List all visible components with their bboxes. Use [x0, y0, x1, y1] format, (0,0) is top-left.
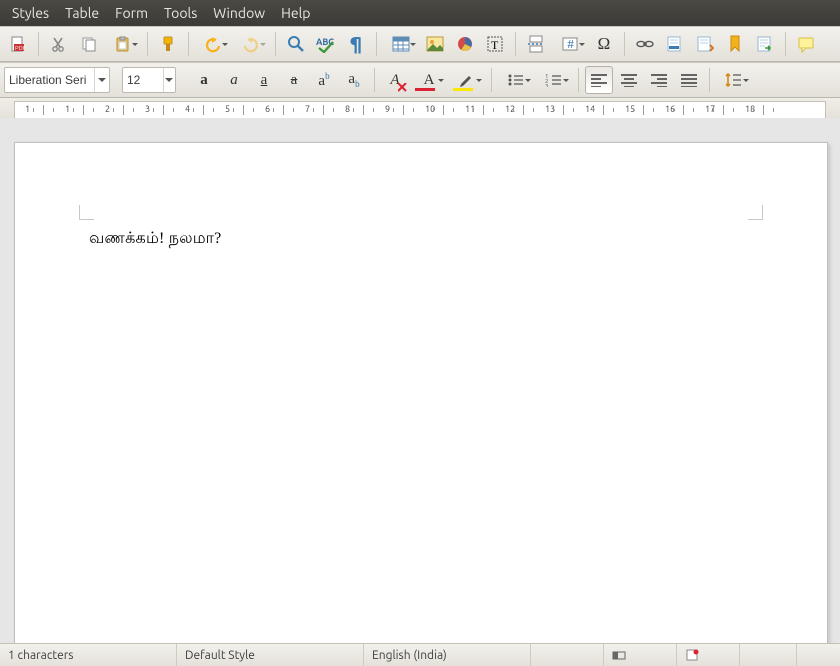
- clone-formatting-button[interactable]: [154, 30, 182, 58]
- status-page-style[interactable]: Default Style: [177, 644, 364, 666]
- status-selection-mode[interactable]: [604, 644, 677, 666]
- status-doc-modified[interactable]: [677, 644, 740, 666]
- page-break-button[interactable]: [522, 30, 550, 58]
- paste-button[interactable]: [105, 30, 141, 58]
- insert-endnote-button[interactable]: [691, 30, 719, 58]
- font-size-combo[interactable]: [122, 67, 176, 93]
- underline-button[interactable]: a: [250, 66, 278, 94]
- menu-bar: Styles Table Form Tools Window Help: [0, 0, 840, 26]
- insert-symbol-button[interactable]: Ω: [590, 30, 618, 58]
- font-name-input[interactable]: [5, 73, 94, 87]
- document-area: வணக்கம்! நலமா?: [0, 118, 840, 644]
- italic-button[interactable]: a: [220, 66, 248, 94]
- font-name-combo[interactable]: [4, 67, 110, 93]
- insert-image-button[interactable]: [421, 30, 449, 58]
- strikethrough-button[interactable]: a: [280, 66, 308, 94]
- bold-button[interactable]: a: [190, 66, 218, 94]
- status-characters[interactable]: 1 characters: [0, 644, 177, 666]
- highlight-color-button[interactable]: [449, 66, 485, 94]
- insert-cross-reference-button[interactable]: [751, 30, 779, 58]
- number-list-button[interactable]: 123: [536, 66, 572, 94]
- redo-button[interactable]: [233, 30, 269, 58]
- status-signature[interactable]: [740, 644, 797, 666]
- clear-formatting-button[interactable]: A: [381, 66, 409, 94]
- status-language[interactable]: English (India): [364, 644, 531, 666]
- toolbar-formatting: a a a a ab ab A A 123: [0, 62, 840, 98]
- font-size-input[interactable]: [123, 73, 163, 87]
- page[interactable]: வணக்கம்! நலமா?: [14, 142, 828, 644]
- align-right-button[interactable]: [645, 66, 673, 94]
- toolbar-standard: PDF ABC ¶ T: [0, 26, 840, 62]
- superscript-button[interactable]: ab: [310, 66, 338, 94]
- svg-text:T: T: [491, 38, 499, 52]
- status-insert-mode[interactable]: [531, 644, 604, 666]
- svg-text:3: 3: [545, 83, 548, 87]
- margin-corner-icon: [79, 205, 94, 220]
- insert-footnote-button[interactable]: [661, 30, 689, 58]
- spellcheck-button[interactable]: ABC: [312, 30, 340, 58]
- find-replace-button[interactable]: [282, 30, 310, 58]
- menu-form[interactable]: Form: [107, 0, 156, 26]
- insert-bookmark-button[interactable]: [721, 30, 749, 58]
- copy-button[interactable]: [75, 30, 103, 58]
- undo-button[interactable]: [195, 30, 231, 58]
- insert-comment-button[interactable]: [792, 30, 820, 58]
- formatting-marks-button[interactable]: ¶: [342, 30, 370, 58]
- cut-button[interactable]: [45, 30, 73, 58]
- export-pdf-button[interactable]: PDF: [4, 30, 32, 58]
- svg-text:#: #: [567, 39, 574, 51]
- selection-mode-icon: [612, 648, 626, 662]
- align-center-button[interactable]: [615, 66, 643, 94]
- menu-styles[interactable]: Styles: [4, 0, 57, 26]
- insert-textbox-button[interactable]: T: [481, 30, 509, 58]
- doc-modified-icon: [685, 648, 699, 662]
- menu-window[interactable]: Window: [205, 0, 273, 26]
- document-text[interactable]: வணக்கம்! நலமா?: [89, 229, 221, 249]
- insert-chart-button[interactable]: [451, 30, 479, 58]
- status-bar: 1 characters Default Style English (Indi…: [0, 643, 840, 666]
- svg-text:PDF: PDF: [15, 45, 26, 52]
- menu-help[interactable]: Help: [273, 0, 318, 26]
- menu-table[interactable]: Table: [57, 0, 107, 26]
- align-justify-button[interactable]: [675, 66, 703, 94]
- margin-corner-icon: [748, 205, 763, 220]
- subscript-button[interactable]: ab: [340, 66, 368, 94]
- font-color-button[interactable]: A: [411, 66, 447, 94]
- line-spacing-button[interactable]: [716, 66, 752, 94]
- bullet-list-button[interactable]: [498, 66, 534, 94]
- insert-table-button[interactable]: [383, 30, 419, 58]
- align-left-button[interactable]: [585, 66, 613, 94]
- hyperlink-button[interactable]: [631, 30, 659, 58]
- menu-tools[interactable]: Tools: [156, 0, 205, 26]
- insert-field-button[interactable]: #: [552, 30, 588, 58]
